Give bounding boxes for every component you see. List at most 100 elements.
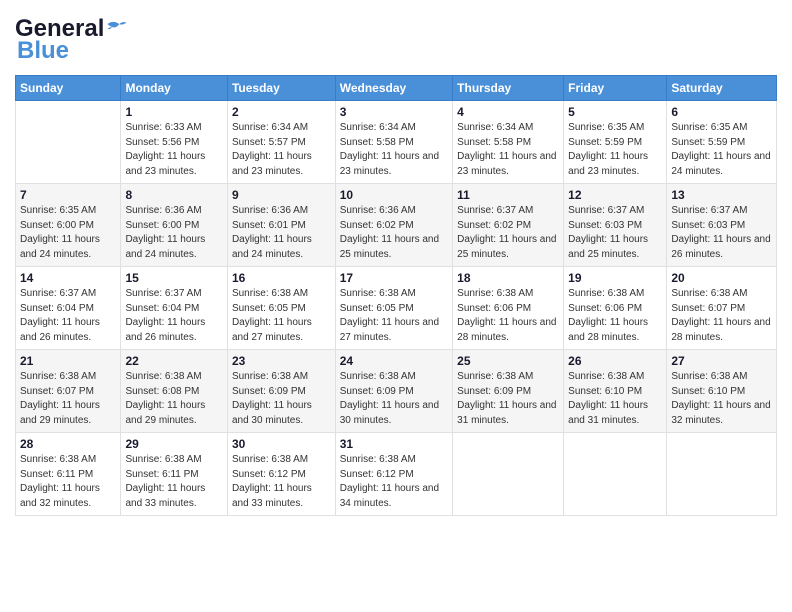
column-header-sunday: Sunday [16,76,121,101]
day-number: 25 [457,354,559,368]
calendar-cell: 19Sunrise: 6:38 AMSunset: 6:06 PMDayligh… [564,267,667,350]
day-number: 30 [232,437,331,451]
day-number: 10 [340,188,448,202]
calendar-cell: 4 Sunrise: 6:34 AMSunset: 5:58 PMDaylight… [453,101,564,184]
calendar-cell: 5 Sunrise: 6:35 AMSunset: 5:59 PMDaylight… [564,101,667,184]
calendar-cell: 25 Sunrise: 6:38 AMSunset: 6:09 PMDayligh… [453,350,564,433]
day-number: 22 [125,354,223,368]
day-number: 3 [340,105,448,119]
logo-bird-icon [106,16,128,38]
column-header-thursday: Thursday [453,76,564,101]
calendar-cell [564,433,667,516]
day-info: Sunrise: 6:38 AMSunset: 6:07 PMDaylight:… [20,370,116,428]
day-number: 2 [232,105,331,119]
day-number: 21 [20,354,116,368]
day-info: Sunrise: 6:36 AMSunset: 6:02 PMDaylight:… [340,204,448,262]
day-info: Sunrise: 6:38 AMSunset: 6:10 PMDaylight:… [671,370,772,428]
calendar-cell: 22 Sunrise: 6:38 AMSunset: 6:08 PMDayligh… [121,350,228,433]
week-row-4: 21 Sunrise: 6:38 AMSunset: 6:07 PMDayligh… [16,350,777,433]
calendar-cell: 16Sunrise: 6:38 AMSunset: 6:05 PMDayligh… [227,267,335,350]
calendar-cell: 24Sunrise: 6:38 AMSunset: 6:09 PMDayligh… [335,350,452,433]
column-header-monday: Monday [121,76,228,101]
calendar-cell: 6Sunrise: 6:35 AMSunset: 5:59 PMDaylight… [667,101,777,184]
day-info: Sunrise: 6:38 AMSunset: 6:05 PMDaylight:… [232,287,331,345]
day-number: 18 [457,271,559,285]
calendar-cell: 30Sunrise: 6:38 AMSunset: 6:12 PMDayligh… [227,433,335,516]
calendar-cell: 14 Sunrise: 6:37 AMSunset: 6:04 PMDayligh… [16,267,121,350]
calendar-table: SundayMondayTuesdayWednesdayThursdayFrid… [15,75,777,516]
day-info: Sunrise: 6:34 AMSunset: 5:58 PMDaylight:… [457,121,559,179]
day-number: 26 [568,354,662,368]
day-info: Sunrise: 6:38 AMSunset: 6:11 PMDaylight:… [125,453,223,511]
week-row-2: 7 Sunrise: 6:35 AMSunset: 6:00 PMDaylight… [16,184,777,267]
day-number: 19 [568,271,662,285]
day-info: Sunrise: 6:38 AMSunset: 6:06 PMDaylight:… [457,287,559,345]
page-container: General Blue SundayMondayTuesdayWednesda… [0,0,792,526]
day-info: Sunrise: 6:38 AMSunset: 6:12 PMDaylight:… [340,453,448,511]
calendar-cell [667,433,777,516]
week-row-1: 1 Sunrise: 6:33 AMSunset: 5:56 PMDaylight… [16,101,777,184]
calendar-cell: 28 Sunrise: 6:38 AMSunset: 6:11 PMDayligh… [16,433,121,516]
day-info: Sunrise: 6:36 AMSunset: 6:01 PMDaylight:… [232,204,331,262]
week-row-5: 28 Sunrise: 6:38 AMSunset: 6:11 PMDayligh… [16,433,777,516]
header: General Blue [15,15,777,65]
calendar-cell: 1 Sunrise: 6:33 AMSunset: 5:56 PMDaylight… [121,101,228,184]
day-number: 1 [125,105,223,119]
calendar-cell: 7 Sunrise: 6:35 AMSunset: 6:00 PMDaylight… [16,184,121,267]
calendar-cell: 9Sunrise: 6:36 AMSunset: 6:01 PMDaylight… [227,184,335,267]
day-number: 8 [125,188,223,202]
calendar-cell: 23Sunrise: 6:38 AMSunset: 6:09 PMDayligh… [227,350,335,433]
calendar-cell [16,101,121,184]
day-info: Sunrise: 6:37 AMSunset: 6:03 PMDaylight:… [568,204,662,262]
day-info: Sunrise: 6:38 AMSunset: 6:09 PMDaylight:… [232,370,331,428]
day-number: 15 [125,271,223,285]
column-header-saturday: Saturday [667,76,777,101]
logo-blue: Blue [17,37,69,65]
day-number: 17 [340,271,448,285]
day-number: 13 [671,188,772,202]
day-info: Sunrise: 6:38 AMSunset: 6:08 PMDaylight:… [125,370,223,428]
calendar-cell: 18 Sunrise: 6:38 AMSunset: 6:06 PMDayligh… [453,267,564,350]
day-info: Sunrise: 6:37 AMSunset: 6:04 PMDaylight:… [20,287,116,345]
calendar-cell: 17 Sunrise: 6:38 AMSunset: 6:05 PMDayligh… [335,267,452,350]
day-number: 20 [671,271,772,285]
day-number: 4 [457,105,559,119]
day-info: Sunrise: 6:37 AMSunset: 6:03 PMDaylight:… [671,204,772,262]
day-info: Sunrise: 6:34 AMSunset: 5:57 PMDaylight:… [232,121,331,179]
day-number: 29 [125,437,223,451]
column-header-friday: Friday [564,76,667,101]
day-number: 7 [20,188,116,202]
day-info: Sunrise: 6:38 AMSunset: 6:05 PMDaylight:… [340,287,448,345]
day-info: Sunrise: 6:38 AMSunset: 6:10 PMDaylight:… [568,370,662,428]
calendar-cell [453,433,564,516]
day-info: Sunrise: 6:38 AMSunset: 6:11 PMDaylight:… [20,453,116,511]
calendar-cell: 2 Sunrise: 6:34 AMSunset: 5:57 PMDaylight… [227,101,335,184]
calendar-cell: 31Sunrise: 6:38 AMSunset: 6:12 PMDayligh… [335,433,452,516]
day-number: 14 [20,271,116,285]
day-info: Sunrise: 6:35 AMSunset: 5:59 PMDaylight:… [568,121,662,179]
day-info: Sunrise: 6:37 AMSunset: 6:02 PMDaylight:… [457,204,559,262]
calendar-cell: 15 Sunrise: 6:37 AMSunset: 6:04 PMDayligh… [121,267,228,350]
calendar-cell: 11Sunrise: 6:37 AMSunset: 6:02 PMDayligh… [453,184,564,267]
calendar-cell: 29 Sunrise: 6:38 AMSunset: 6:11 PMDayligh… [121,433,228,516]
day-info: Sunrise: 6:34 AMSunset: 5:58 PMDaylight:… [340,121,448,179]
calendar-cell: 12 Sunrise: 6:37 AMSunset: 6:03 PMDayligh… [564,184,667,267]
calendar-cell: 21 Sunrise: 6:38 AMSunset: 6:07 PMDayligh… [16,350,121,433]
calendar-cell: 13 Sunrise: 6:37 AMSunset: 6:03 PMDayligh… [667,184,777,267]
day-number: 6 [671,105,772,119]
day-info: Sunrise: 6:37 AMSunset: 6:04 PMDaylight:… [125,287,223,345]
calendar-cell: 8 Sunrise: 6:36 AMSunset: 6:00 PMDaylight… [121,184,228,267]
calendar-cell: 10 Sunrise: 6:36 AMSunset: 6:02 PMDayligh… [335,184,452,267]
logo: General Blue [15,15,128,65]
day-info: Sunrise: 6:36 AMSunset: 6:00 PMDaylight:… [125,204,223,262]
day-number: 12 [568,188,662,202]
header-row: SundayMondayTuesdayWednesdayThursdayFrid… [16,76,777,101]
week-row-3: 14 Sunrise: 6:37 AMSunset: 6:04 PMDayligh… [16,267,777,350]
day-number: 24 [340,354,448,368]
day-number: 28 [20,437,116,451]
calendar-cell: 27Sunrise: 6:38 AMSunset: 6:10 PMDayligh… [667,350,777,433]
day-info: Sunrise: 6:33 AMSunset: 5:56 PMDaylight:… [125,121,223,179]
day-info: Sunrise: 6:38 AMSunset: 6:09 PMDaylight:… [457,370,559,428]
day-info: Sunrise: 6:35 AMSunset: 6:00 PMDaylight:… [20,204,116,262]
day-number: 5 [568,105,662,119]
